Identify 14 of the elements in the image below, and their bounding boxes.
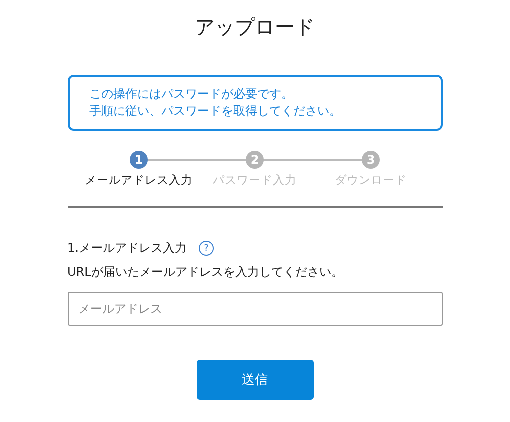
email-field[interactable]: メールアドレス — [68, 292, 442, 326]
help-icon[interactable]: ? — [198, 241, 214, 256]
step-number: 3 — [362, 151, 380, 169]
notice-text: この操作にはパスワードが必要です。 — [90, 86, 294, 103]
page-title: アップロード — [194, 14, 316, 41]
step-label: メールアドレス入力 — [85, 173, 193, 188]
instruction-text: URLが届いたメールアドレスを入力してください。 — [68, 264, 344, 281]
notice-text: 手順に従い、パスワードを取得してください。 — [90, 103, 342, 120]
step-number: 2 — [246, 151, 264, 169]
step-label: パスワード入力 — [213, 173, 297, 188]
submit-button[interactable]: 送信 — [196, 360, 314, 400]
step-number: 1 — [130, 151, 148, 169]
section-heading: 1.メールアドレス入力 — [68, 240, 187, 257]
step-label: ダウンロード — [335, 173, 407, 188]
